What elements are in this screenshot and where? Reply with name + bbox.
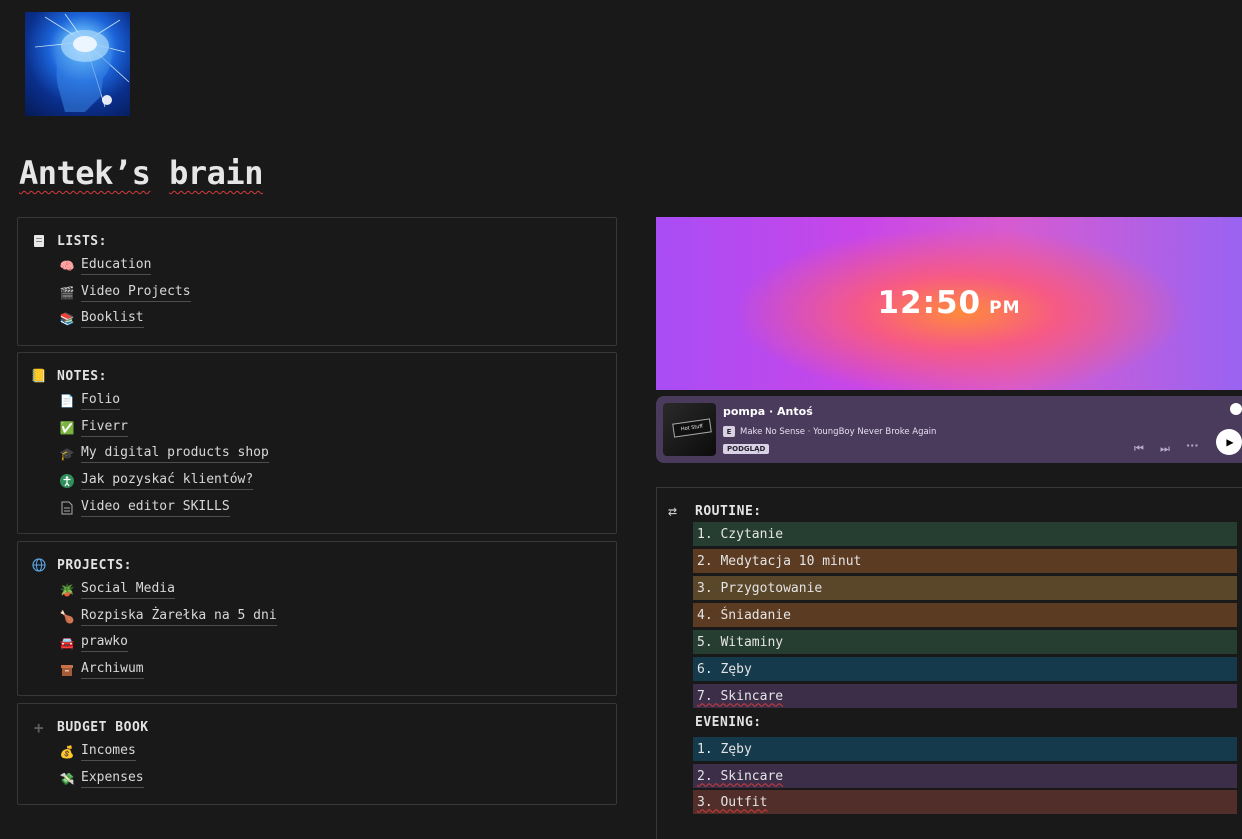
brain-icon: 🧠 xyxy=(59,259,75,273)
budget-callout[interactable]: + BUDGET BOOK 💰 Incomes 💸 Expenses xyxy=(17,703,617,805)
clock-time: 12:50 PM xyxy=(877,284,1021,321)
clapperboard-icon: 🎬 xyxy=(59,286,75,300)
routine-item-przygotowanie[interactable]: 3. Przygotowanie xyxy=(693,576,1237,600)
scroll-icon xyxy=(31,233,47,249)
evening-header: EVENING: xyxy=(695,714,762,730)
project-item-rozpiska[interactable]: 🍗 Rozpiska Żarełka na 5 dni xyxy=(59,608,277,626)
notes-callout[interactable]: 📒 NOTES: 📄 Folio ✅ Fiverr 🎓 My digital p… xyxy=(17,352,617,534)
notebook-icon: 📒 xyxy=(30,368,48,384)
budget-item-expenses[interactable]: 💸 Expenses xyxy=(59,770,144,788)
more-options-icon[interactable]: ··· xyxy=(1186,439,1199,452)
note-item-video-editor-skills[interactable]: Video editor SKILLS xyxy=(59,499,230,517)
spotify-logo-icon[interactable] xyxy=(1230,403,1242,415)
graduation-cap-icon: 🎓 xyxy=(59,447,75,461)
project-item-social-media[interactable]: 🪴 Social Media xyxy=(59,581,175,599)
next-track-icon[interactable]: ⏭ xyxy=(1160,442,1170,456)
album-art[interactable]: Hot Stuff xyxy=(663,403,716,456)
globe-icon xyxy=(31,557,47,573)
play-button[interactable]: ▶ xyxy=(1216,429,1242,455)
routine-item-zeby[interactable]: 6. Zęby xyxy=(693,657,1237,681)
routine-item-skincare[interactable]: 7. Skincare xyxy=(693,684,1237,708)
notes-header: 📒 NOTES: xyxy=(30,368,107,384)
budget-header[interactable]: + BUDGET BOOK xyxy=(31,718,149,737)
preview-badge: PODGLĄD xyxy=(723,444,770,454)
note-item-clients[interactable]: Jak pozyskać klientów? xyxy=(59,472,254,490)
repeat-icon: ⇄ xyxy=(668,502,678,520)
evening-item-zeby[interactable]: 1. Zęby xyxy=(693,737,1237,761)
page-cover-image[interactable] xyxy=(25,12,130,116)
track-subtitle: E Make No Sense · YoungBoy Never Broke A… xyxy=(723,426,936,437)
list-item-booklist[interactable]: 📚 Booklist xyxy=(59,310,144,328)
books-icon: 📚 xyxy=(59,312,75,326)
routine-item-sniadanie[interactable]: 4. Śniadanie xyxy=(693,603,1237,627)
page-icon: 📄 xyxy=(59,394,75,408)
lists-callout[interactable]: LISTS: 🧠 Education 🎬 Video Projects 📚 Bo… xyxy=(17,217,617,346)
projects-callout[interactable]: PROJECTS: 🪴 Social Media 🍗 Rozpiska Żare… xyxy=(17,541,617,696)
clock-widget[interactable]: 12:50 PM xyxy=(656,217,1242,390)
routine-item-czytanie[interactable]: 1. Czytanie xyxy=(693,522,1237,546)
flying-money-icon: 💸 xyxy=(59,772,75,786)
drumstick-icon: 🍗 xyxy=(59,610,75,624)
evening-item-outfit[interactable]: 3. Outfit xyxy=(693,790,1237,814)
routine-item-witaminy[interactable]: 5. Witaminy xyxy=(693,630,1237,654)
note-item-folio[interactable]: 📄 Folio xyxy=(59,392,121,410)
project-item-archiwum[interactable]: Archiwum xyxy=(59,661,144,679)
track-title[interactable]: pompa · Antoś xyxy=(723,405,813,418)
document-icon xyxy=(59,500,75,516)
budget-item-incomes[interactable]: 💰 Incomes xyxy=(59,743,136,761)
list-item-video-projects[interactable]: 🎬 Video Projects xyxy=(59,284,191,302)
explicit-badge: E xyxy=(723,426,735,437)
car-icon: 🚘 xyxy=(59,636,75,650)
brain-head-illustration xyxy=(34,13,130,112)
potted-plant-icon: 🪴 xyxy=(59,583,75,597)
project-item-prawko[interactable]: 🚘 prawko xyxy=(59,634,128,652)
spotify-embed[interactable]: Hot Stuff pompa · Antoś E Make No Sense … xyxy=(656,396,1242,463)
page-title[interactable]: Antek’s brain xyxy=(19,154,263,192)
routine-item-medytacja[interactable]: 2. Medytacja 10 minut xyxy=(693,549,1237,573)
money-bag-icon: 💰 xyxy=(59,745,75,759)
note-item-fiverr[interactable]: ✅ Fiverr xyxy=(59,419,128,437)
lists-header: LISTS: xyxy=(31,232,107,250)
accessibility-icon xyxy=(59,473,75,489)
note-item-digital-shop[interactable]: 🎓 My digital products shop xyxy=(59,445,269,463)
routine-header: ROUTINE: xyxy=(695,503,762,519)
list-item-education[interactable]: 🧠 Education xyxy=(59,257,152,275)
projects-header: PROJECTS: xyxy=(31,556,132,574)
evening-item-skincare[interactable]: 2. Skincare xyxy=(693,764,1237,788)
plus-icon[interactable]: + xyxy=(31,718,47,737)
previous-track-icon[interactable]: ⏮ xyxy=(1134,442,1144,456)
check-mark-icon: ✅ xyxy=(59,421,75,435)
archive-box-icon xyxy=(59,662,75,678)
